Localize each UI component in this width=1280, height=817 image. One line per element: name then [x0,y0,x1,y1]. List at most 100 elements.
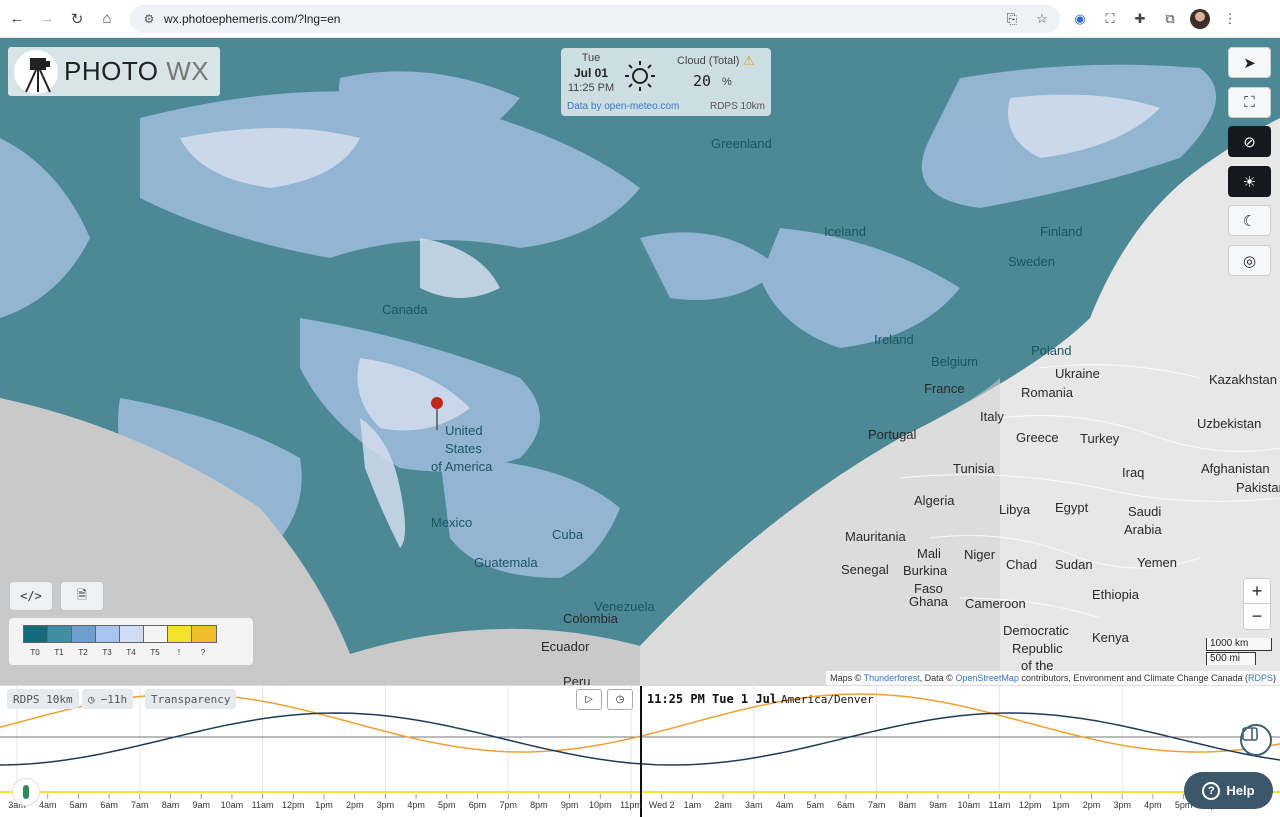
offset-chip[interactable]: ◷ −11h [82,689,134,709]
map-label: Mali [917,546,941,561]
hour-label: 6am [100,800,118,810]
hour-label: 2pm [346,800,364,810]
map-label: Mexico [431,515,473,530]
map-label: Pakistan [1236,480,1280,495]
legend-label: ? [200,648,206,657]
openstreetmap-link[interactable]: OpenStreetMap [955,673,1019,683]
legend-swatches [23,625,217,643]
hour-label: 6am [837,800,855,810]
map-label: Poland [1031,343,1072,358]
thunderforest-link[interactable]: Thunderforest [864,673,920,683]
address-bar[interactable]: ⚙ wx.photoephemeris.com/?lng=en ⎘ ☆ [130,5,1060,33]
map-label: Guatemala [474,555,538,570]
zoom-in-button[interactable]: + [1244,579,1270,604]
menu-icon[interactable]: ⋮ [1220,9,1240,29]
hour-label: 8am [899,800,917,810]
fullscreen-button[interactable]: ⛶ [1228,87,1271,118]
map-label: Italy [980,409,1004,424]
map-label: States [445,441,482,456]
legend-label: T4 [126,648,136,657]
zoom-control: + − [1243,578,1271,630]
moon-icon: ☾ [1242,212,1257,230]
map-label: Saudi [1128,504,1162,519]
street-view-pegman-icon[interactable] [12,778,40,806]
map-canvas [0,64,1280,685]
timeline-panel[interactable]: 3am 4am 5am 6am 7am 8am 9am 10am 11am 12pm 1pm 2pm 3… [0,685,1280,817]
attribution-text: ) [1273,673,1276,683]
map-label: Kenya [1092,630,1129,645]
play-icon: ▷ [585,694,593,705]
map-label: Cameroon [965,596,1026,611]
hour-label: 10am [957,800,980,810]
hour-label: 9am [929,800,947,810]
back-icon[interactable]: ← [4,6,30,32]
hour-label: 11pm [620,800,642,810]
moon-toggle-button[interactable]: ☾ [1228,205,1271,236]
layer-chip[interactable]: Transparency [145,689,237,709]
fullscreen-icon: ⛶ [1244,94,1255,111]
weather-map[interactable]: Greenland Iceland Finland Sweden Canada … [0,38,1280,685]
hour-label: 4am [39,800,57,810]
hour-label: 2am [714,800,732,810]
warning-icon[interactable]: ⚠ [743,53,755,69]
rdps-link[interactable]: RDPS [1248,673,1273,683]
url-text[interactable]: wx.photoephemeris.com/?lng=en [164,12,340,26]
hour-label: 5am [806,800,824,810]
screenshot-icon[interactable]: ⛶ [1100,9,1120,29]
hour-label: 4pm [407,800,425,810]
map-label: France [924,381,965,396]
locate-button[interactable]: ➤ [1228,47,1271,78]
reload-icon[interactable]: ↻ [64,6,90,32]
overlay-toggle-button[interactable]: ⊘ [1228,126,1271,157]
extensions-icon[interactable]: ✚ [1130,9,1150,29]
logo-text: PHOTO [64,56,159,86]
hour-label: 10pm [589,800,612,810]
attribution-text: Maps © [830,673,864,683]
embed-code-button[interactable]: </> [9,581,53,611]
install-app-icon[interactable]: ⎘ [1002,9,1022,29]
forward-icon[interactable]: → [34,6,60,32]
file-code-icon: 🗎 [77,587,87,602]
target-toggle-button[interactable]: ◎ [1228,245,1271,276]
hour-label: 9pm [561,800,579,810]
card-date: Jul 01 [573,66,609,80]
password-manager-icon[interactable]: ◉ [1070,9,1090,29]
map-label: Colombia [563,611,618,626]
map-label: Kazakhstan [1209,372,1277,387]
side-panel-toggle-button[interactable] [1240,724,1272,756]
hour-label: 5am [70,800,88,810]
legend-swatch [120,626,144,642]
zoom-out-button[interactable]: − [1244,604,1270,629]
map-label: Sudan [1055,557,1093,572]
model-chip[interactable]: RDPS 10km [7,689,79,709]
play-button[interactable]: ▷ [576,689,602,710]
bookmark-star-icon[interactable]: ☆ [1032,9,1052,29]
hour-label: 8pm [530,800,548,810]
legend-label: T3 [102,648,112,657]
hour-label: 1am [684,800,702,810]
home-icon[interactable]: ⌂ [94,6,120,32]
code-icon: </> [20,589,42,603]
legend-labels: T0 T1 T2 T3 T4 T5!? [23,648,215,657]
profile-avatar[interactable] [1190,9,1210,29]
panel-icon [1242,727,1258,741]
map-label: Democratic [1003,623,1069,638]
scale-km: 1000 km [1206,638,1272,651]
map-label: Peru [563,674,591,685]
data-source-link[interactable]: Data by open-meteo.com [567,101,679,112]
export-file-button[interactable]: 🗎 [60,581,104,611]
card-day: Tue [581,52,601,64]
legend-label: T2 [78,648,88,657]
tab-search-icon[interactable]: ⧉ [1160,9,1180,29]
map-label: Finland [1040,224,1083,239]
question-icon: ? [1202,781,1221,800]
now-button[interactable]: ◷ [607,689,633,710]
logo-text-wx: WX [166,56,210,86]
hour-label: 3pm [377,800,395,810]
app-logo[interactable]: PHOTO WX [8,47,220,96]
map-label: Yemen [1137,555,1177,570]
sun-toggle-button[interactable]: ☀ [1228,166,1271,197]
site-info-icon[interactable]: ⚙ [136,12,162,26]
timezone-label: America/Denver [781,693,874,706]
help-button[interactable]: ? Help [1184,772,1273,809]
